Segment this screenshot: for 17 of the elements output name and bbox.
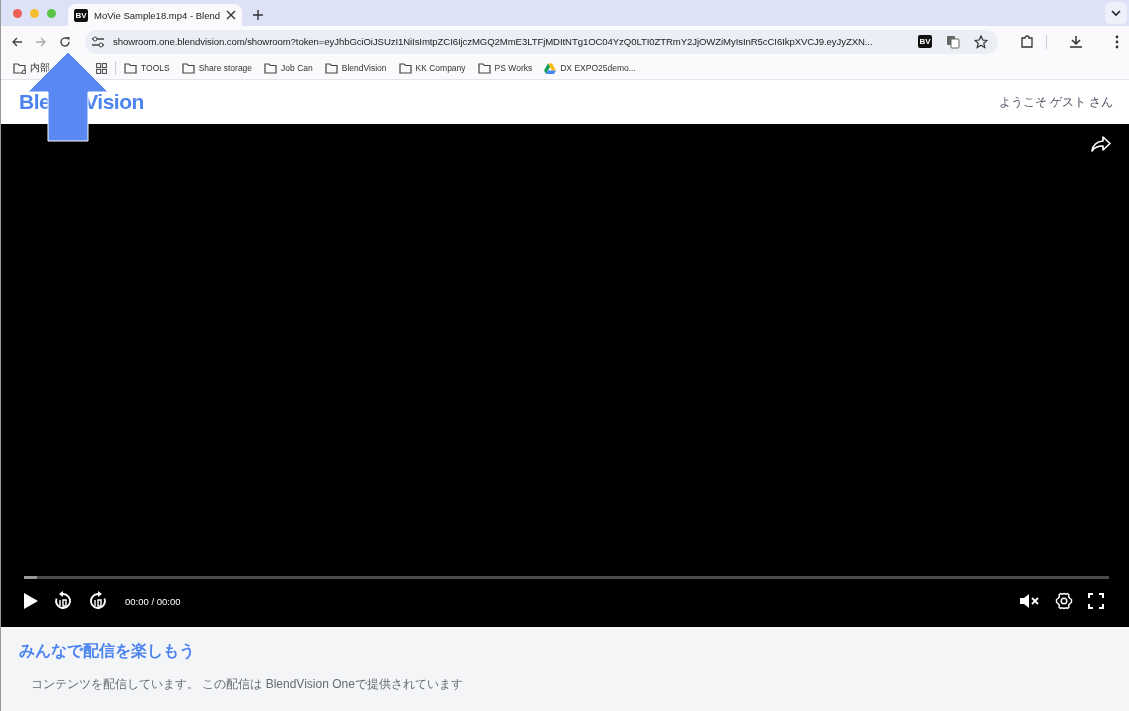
bookmark-link[interactable]: DX EXPO25demo... <box>560 63 636 73</box>
welcome-text: ようこそ ゲスト さん <box>998 94 1113 110</box>
bookmark-link[interactable]: Share storage <box>198 63 253 73</box>
bookmark-link[interactable]: 内部 <box>30 61 50 75</box>
time-display: 00:00 / 00:00 <box>125 595 181 607</box>
bookmark-link[interactable]: TOOLS <box>141 63 170 73</box>
section-title: みんなで配信を楽しもう <box>19 641 196 662</box>
extension-icon[interactable]: BV <box>918 35 932 48</box>
favicon: BV <box>74 8 88 22</box>
logo-text: Ble <box>19 90 51 114</box>
description-text: コンテンツを配信しています。 この配信は BlendVision Oneで提供されています <box>31 676 464 693</box>
bookmark-link[interactable]: Job Can <box>281 63 313 73</box>
address-bar[interactable]: showroom.one.blendvision.com/showroom?token=eyJhbGciOiJSUzI1NiIsImtpZCI6IjczMGQ2MmE3LTFjMDItNTg1OC04YzQ0LTI0ZTRmY2JjOWZiMyIsInR5cCI6IkpXVCJ9.eyJyZXN... BV <box>85 29 998 54</box>
bookmark-link[interactable]: KK Company <box>415 63 466 73</box>
bookmark-link[interactable]: BlendVision <box>341 63 387 73</box>
browser-tab[interactable]: BV MoVie Sample18.mp4 - Blend <box>68 4 243 26</box>
bookmark-link[interactable]: PS Works <box>494 63 533 73</box>
